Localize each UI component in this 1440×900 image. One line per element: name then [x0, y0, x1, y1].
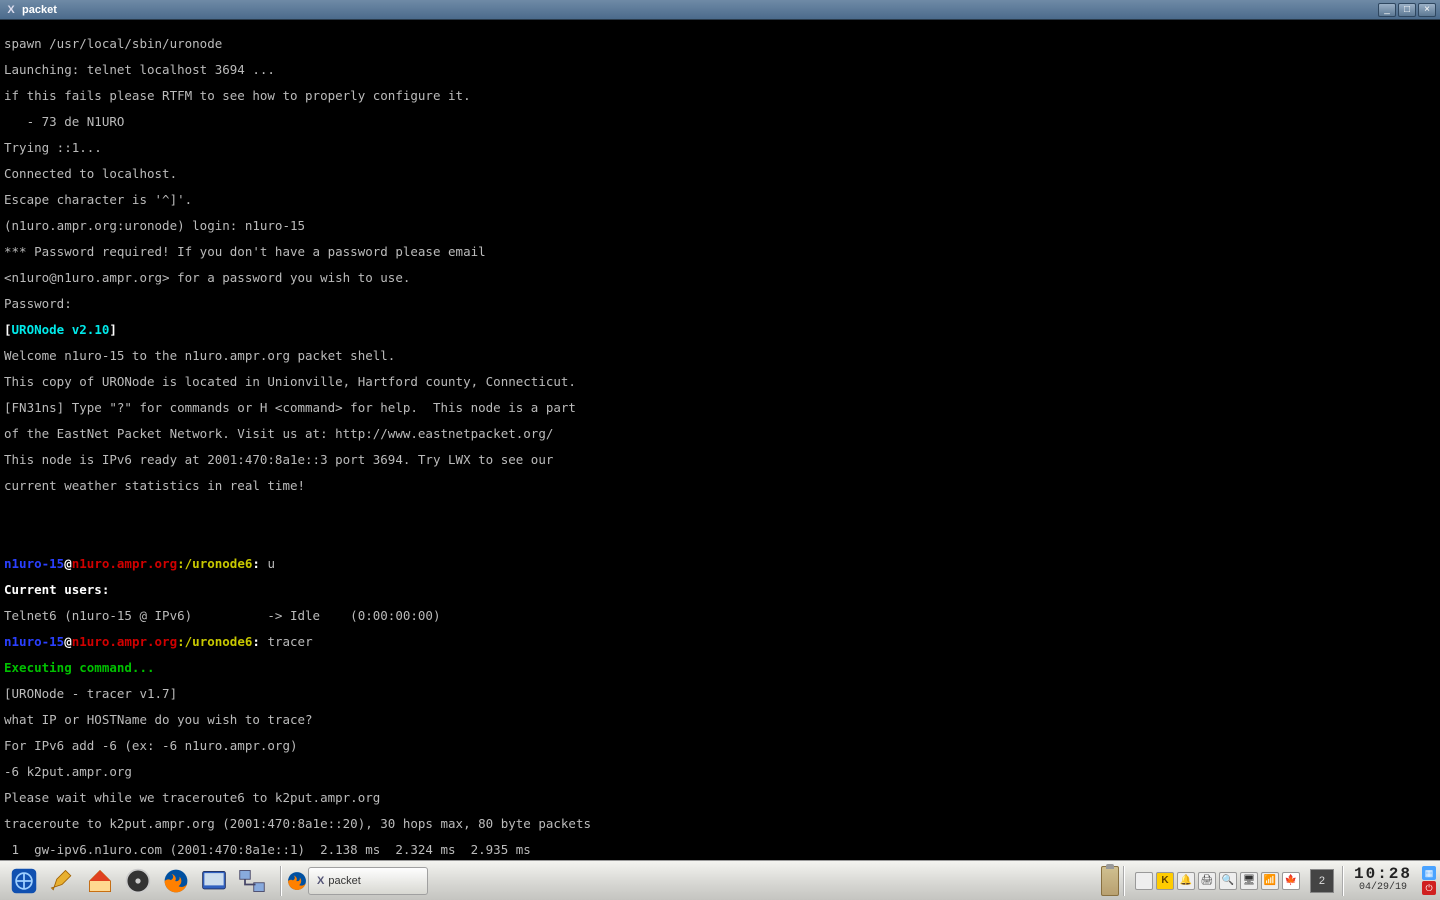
prompt-at: @: [64, 634, 72, 649]
start-menu-icon[interactable]: [8, 865, 40, 897]
taskbar: X packet K 🔔 🖨 🔍 🖥 📶 🍁 2 10:28 04/29/19 …: [0, 860, 1440, 900]
maximize-button[interactable]: □: [1398, 3, 1416, 17]
disc-icon[interactable]: [122, 865, 154, 897]
command-text: tracer: [267, 634, 312, 649]
pencil-icon[interactable]: [46, 865, 78, 897]
prompt-sep: :: [177, 556, 185, 571]
bracket: [: [4, 322, 12, 337]
bell-icon[interactable]: 🔔: [1177, 872, 1195, 890]
clock-date: 04/29/19: [1359, 881, 1407, 894]
term-blank: [4, 531, 1436, 544]
firefox-icon[interactable]: [286, 865, 308, 897]
taskbar-clock[interactable]: 10:28 04/29/19: [1348, 868, 1418, 894]
term-line-exec: Executing command...: [4, 661, 1436, 674]
clock-time: 10:28: [1354, 868, 1412, 881]
term-line: *** Password required! If you don't have…: [4, 245, 1436, 258]
prompt-sep: :: [177, 634, 185, 649]
taskbar-window-button[interactable]: X packet: [308, 867, 428, 895]
workspace-switcher[interactable]: 2: [1310, 869, 1334, 893]
network-icon[interactable]: [236, 865, 268, 897]
term-blank: [4, 505, 1436, 518]
terminal-icon[interactable]: [198, 865, 230, 897]
terminal-output[interactable]: spawn /usr/local/sbin/uronode Launching:…: [0, 20, 1440, 860]
printer-icon[interactable]: 🖨: [1198, 872, 1216, 890]
home-icon[interactable]: [84, 865, 116, 897]
command-text: u: [267, 556, 275, 571]
term-line: if this fails please RTFM to see how to …: [4, 89, 1436, 102]
prompt-end: :: [252, 634, 267, 649]
prompt-end: :: [252, 556, 267, 571]
clipboard-icon[interactable]: [1101, 866, 1119, 896]
keyboard-layout-icon[interactable]: [1135, 872, 1153, 890]
term-line: what IP or HOSTName do you wish to trace…: [4, 713, 1436, 726]
term-line: of the EastNet Packet Network. Visit us …: [4, 427, 1436, 440]
window-titlebar[interactable]: X packet _ □ ×: [0, 0, 1440, 20]
taskbar-separator: [1123, 866, 1125, 896]
prompt-at: @: [64, 556, 72, 571]
launcher-tray: [0, 865, 276, 897]
term-line: This node is IPv6 ready at 2001:470:8a1e…: [4, 453, 1436, 466]
prompt-path: /uronode6: [185, 634, 253, 649]
term-line: Telnet6 (n1uro-15 @ IPv6) -> Idle (0:00:…: [4, 609, 1436, 622]
term-line: Launching: telnet localhost 3694 ...: [4, 63, 1436, 76]
window-controls: _ □ ×: [1378, 3, 1436, 17]
term-line: 1 gw-ipv6.n1uro.com (2001:470:8a1e::1) 2…: [4, 843, 1436, 856]
k-icon[interactable]: K: [1156, 872, 1174, 890]
term-line: [URONode v2.10]: [4, 323, 1436, 336]
term-line: -6 k2put.ampr.org: [4, 765, 1436, 778]
term-line: traceroute to k2put.ampr.org (2001:470:8…: [4, 817, 1436, 830]
node-version: URONode v2.10: [12, 322, 110, 337]
show-desktop-icon[interactable]: ▦: [1422, 866, 1436, 880]
term-line: Please wait while we traceroute6 to k2pu…: [4, 791, 1436, 804]
wifi-icon[interactable]: 📶: [1261, 872, 1279, 890]
prompt-line: n1uro-15@n1uro.ampr.org:/uronode6: trace…: [4, 635, 1436, 648]
close-button[interactable]: ×: [1418, 3, 1436, 17]
term-line: [URONode - tracer v1.7]: [4, 687, 1436, 700]
prompt-host: n1uro.ampr.org: [72, 634, 177, 649]
term-line: spawn /usr/local/sbin/uronode: [4, 37, 1436, 50]
magnifier-icon[interactable]: 🔍: [1219, 872, 1237, 890]
prompt-user: n1uro-15: [4, 556, 64, 571]
term-line: (n1uro.ampr.org:uronode) login: n1uro-15: [4, 219, 1436, 232]
leaf-icon[interactable]: 🍁: [1282, 872, 1300, 890]
prompt-path: /uronode6: [185, 556, 253, 571]
window-app-icon: X: [4, 4, 18, 16]
logout-icon[interactable]: ⏻: [1422, 881, 1436, 895]
term-line: Current users:: [4, 583, 1436, 596]
bracket: ]: [109, 322, 117, 337]
display-icon[interactable]: 🖥: [1240, 872, 1258, 890]
taskbar-separator: [280, 866, 282, 896]
prompt-host: n1uro.ampr.org: [72, 556, 177, 571]
term-line: This copy of URONode is located in Union…: [4, 375, 1436, 388]
term-line: current weather statistics in real time!: [4, 479, 1436, 492]
system-tray: K 🔔 🖨 🔍 🖥 📶 🍁: [1129, 872, 1306, 890]
window-app-icon: X: [317, 875, 324, 887]
taskbar-separator: [1342, 866, 1344, 896]
term-line: Trying ::1...: [4, 141, 1436, 154]
taskbar-window-label: packet: [328, 875, 360, 887]
term-line: Password:: [4, 297, 1436, 310]
term-line: Connected to localhost.: [4, 167, 1436, 180]
prompt-line: n1uro-15@n1uro.ampr.org:/uronode6: u: [4, 557, 1436, 570]
term-line: - 73 de N1URO: [4, 115, 1436, 128]
taskbar-end-icons: ▦ ⏻: [1418, 866, 1440, 895]
term-line: Welcome n1uro-15 to the n1uro.ampr.org p…: [4, 349, 1436, 362]
term-line: [FN31ns] Type "?" for commands or H <com…: [4, 401, 1436, 414]
term-line: <n1uro@n1uro.ampr.org> for a password yo…: [4, 271, 1436, 284]
firefox-icon[interactable]: [160, 865, 192, 897]
minimize-button[interactable]: _: [1378, 3, 1396, 17]
term-line: For IPv6 add -6 (ex: -6 n1uro.ampr.org): [4, 739, 1436, 752]
prompt-user: n1uro-15: [4, 634, 64, 649]
window-title: packet: [22, 4, 1378, 16]
term-line: Escape character is '^]'.: [4, 193, 1436, 206]
